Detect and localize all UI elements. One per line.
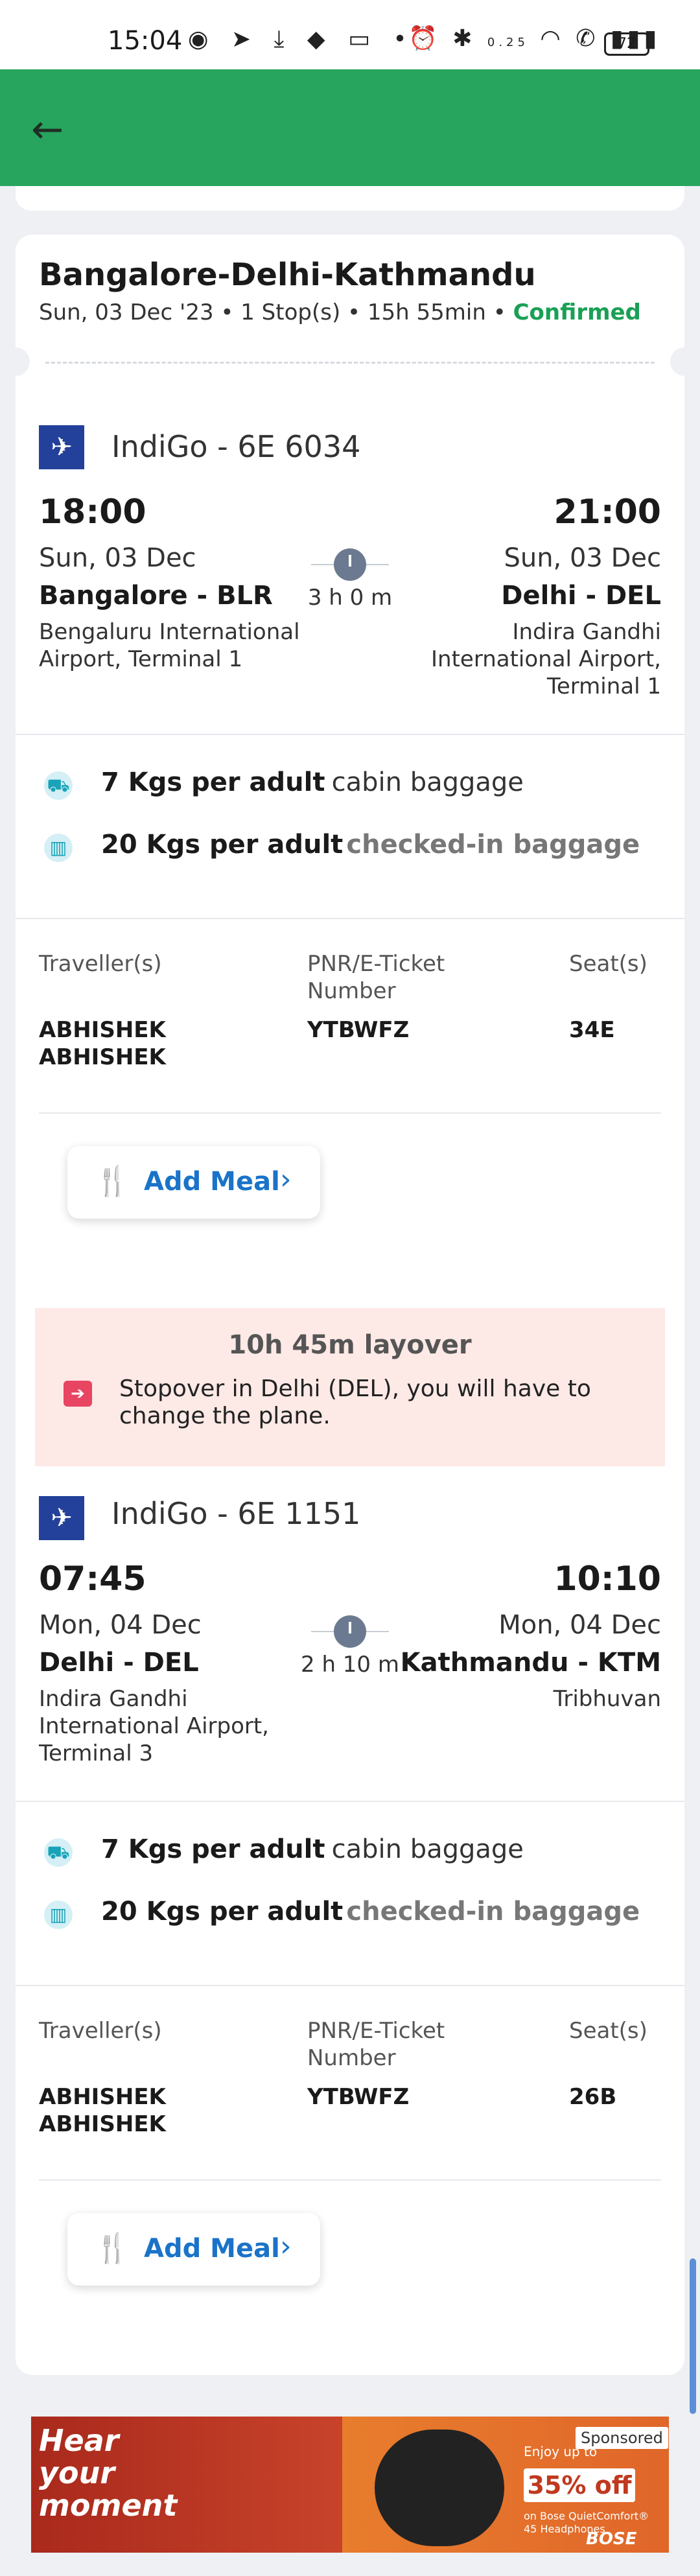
segment1-seat-header: Seat(s) bbox=[569, 951, 648, 977]
segment1-arr-time: 21:00 bbox=[554, 493, 661, 532]
segment2-checkin-weight: 20 Kgs per adult bbox=[101, 1897, 344, 1926]
headphones-image bbox=[375, 2430, 504, 2546]
divider bbox=[39, 2179, 661, 2181]
segment1-seat: 34E bbox=[569, 1017, 615, 1043]
cabin-bag-icon: ⛟ bbox=[44, 1838, 73, 1867]
ad-offer: 35% off bbox=[524, 2468, 635, 2502]
divider bbox=[16, 918, 684, 919]
back-arrow-icon[interactable]: ← bbox=[31, 107, 76, 152]
segment1-traveller-header: Traveller(s) bbox=[39, 951, 162, 977]
segment2-dep-date: Mon, 04 Dec bbox=[39, 1610, 202, 1640]
segment2-pnr: YTBWFZ bbox=[307, 2084, 410, 2110]
segment1-traveller-name: ABHISHEK ABHISHEK bbox=[39, 1017, 166, 1070]
scrollbar[interactable] bbox=[690, 2258, 696, 2414]
add-meal-label: Add Meal bbox=[144, 2234, 280, 2264]
divider bbox=[39, 1112, 661, 1114]
indigo-logo-icon: ✈ bbox=[39, 425, 84, 469]
segment1-dep-city: Bangalore - BLR bbox=[39, 581, 273, 611]
chevron-right-icon: › bbox=[280, 1163, 292, 1196]
battery-icon: 72 bbox=[604, 32, 649, 56]
checked-bag-icon: ▥ bbox=[44, 834, 73, 862]
divider bbox=[16, 734, 684, 735]
segment2-duration: 2 h 10 m bbox=[301, 1652, 399, 1678]
dashed-divider bbox=[45, 362, 655, 364]
segment1-checkin-weight: 20 Kgs per adult bbox=[101, 830, 344, 860]
clock-icon bbox=[334, 1615, 366, 1648]
segment2-dep-time: 07:45 bbox=[39, 1560, 146, 1598]
segment2-traveller-name: ABHISHEK ABHISHEK bbox=[39, 2084, 166, 2137]
segment1-pnr: YTBWFZ bbox=[307, 1017, 410, 1043]
booking-status: Confirmed bbox=[513, 299, 641, 325]
add-meal-button[interactable]: 🍴 Add Meal › bbox=[67, 1146, 320, 1219]
segment2-seat: 26B bbox=[569, 2084, 617, 2110]
cabin-bag-icon: ⛟ bbox=[44, 771, 73, 800]
ad-banner[interactable]: Hear your moment Sponsored Enjoy up to 3… bbox=[31, 2417, 669, 2553]
segment2-arr-city: Kathmandu - KTM bbox=[400, 1648, 661, 1678]
segment2-arr-date: Mon, 04 Dec bbox=[498, 1610, 661, 1640]
ticket-notch-left bbox=[1, 347, 30, 376]
notification-icons: ◉ ➤ ⤓ ◆ ▭ • bbox=[188, 26, 415, 53]
segment2-pnr-header: PNR/E-Ticket Number bbox=[307, 2018, 445, 2071]
segment1-arr-date: Sun, 03 Dec bbox=[504, 543, 661, 573]
fork-knife-icon: 🍴 bbox=[95, 1165, 130, 1198]
divider bbox=[16, 1985, 684, 1986]
segment1-dep-date: Sun, 03 Dec bbox=[39, 543, 196, 573]
segment1-cabin-baggage: 7 Kgs per adult cabin baggage bbox=[101, 767, 524, 797]
segment1-dep-airport: Bengaluru International Airport, Termina… bbox=[39, 619, 300, 672]
segment2-checkin-label: checked-in baggage bbox=[346, 1897, 640, 1926]
segment1-duration: 3 h 0 m bbox=[307, 585, 393, 611]
status-time: 15:04 bbox=[108, 26, 183, 56]
ticket-notch-right bbox=[670, 347, 699, 376]
clock-icon bbox=[334, 548, 366, 581]
segment1-airline: IndiGo - 6E 6034 bbox=[111, 429, 361, 464]
add-meal-label: Add Meal bbox=[144, 1167, 280, 1197]
segment2-dep-airport: Indira Gandhi International Airport, Ter… bbox=[39, 1686, 269, 1766]
segment2-checkin-baggage: 20 Kgs per adult checked-in baggage bbox=[101, 1897, 640, 1926]
segment2-seat-header: Seat(s) bbox=[569, 2018, 648, 2044]
app-bar: ← bbox=[0, 69, 700, 186]
trip-summary-text: Sun, 03 Dec '23 • 1 Stop(s) • 15h 55min … bbox=[39, 299, 513, 325]
segment1-checkin-baggage: 20 Kgs per adult checked-in baggage bbox=[101, 830, 640, 860]
segment1-arr-airport: Indira Gandhi International Airport, Ter… bbox=[431, 619, 661, 699]
segment1-arr-city: Delhi - DEL bbox=[501, 581, 661, 611]
segment2-dep-city: Delhi - DEL bbox=[39, 1648, 199, 1678]
segment1-cabin-weight: 7 Kgs per adult bbox=[101, 767, 325, 797]
segment2-cabin-baggage: 7 Kgs per adult cabin baggage bbox=[101, 1834, 524, 1864]
layover-message: Stopover in Delhi (DEL), you will have t… bbox=[119, 1376, 591, 1429]
previous-card-edge bbox=[16, 186, 684, 211]
segment2-cabin-label: cabin baggage bbox=[331, 1834, 524, 1864]
plane-change-icon: ➔ bbox=[64, 1381, 92, 1407]
add-meal-button[interactable]: 🍴 Add Meal › bbox=[67, 2213, 320, 2286]
checked-bag-icon: ▥ bbox=[44, 1901, 73, 1929]
net-speed: 0.25 bbox=[487, 36, 529, 49]
segment1-cabin-label: cabin baggage bbox=[331, 767, 524, 797]
trip-route: Bangalore-Delhi-Kathmandu bbox=[39, 257, 536, 293]
segment1-checkin-label: checked-in baggage bbox=[346, 830, 640, 860]
ad-image-right: Sponsored Enjoy up to 35% off on Bose Qu… bbox=[342, 2417, 669, 2553]
segment1-pnr-header: PNR/E-Ticket Number bbox=[307, 951, 445, 1004]
ad-enjoy: Enjoy up to bbox=[524, 2444, 598, 2459]
indigo-logo-icon: ✈ bbox=[39, 1496, 84, 1540]
segment2-arr-airport: Tribhuvan bbox=[553, 1686, 661, 1712]
layover-title: 10h 45m layover bbox=[228, 1330, 472, 1360]
segment2-airline: IndiGo - 6E 1151 bbox=[111, 1496, 361, 1531]
layover-banner: 10h 45m layover ➔ Stopover in Delhi (DEL… bbox=[35, 1308, 665, 1466]
ad-headline: Hear your moment bbox=[39, 2423, 178, 2523]
segment2-traveller-header: Traveller(s) bbox=[39, 2018, 162, 2044]
segment1-dep-time: 18:00 bbox=[39, 493, 146, 532]
ad-brand-logo: BOSE bbox=[586, 2529, 637, 2549]
fork-knife-icon: 🍴 bbox=[95, 2232, 130, 2265]
segment2-cabin-weight: 7 Kgs per adult bbox=[101, 1834, 325, 1864]
divider bbox=[16, 1801, 684, 1802]
trip-summary: Sun, 03 Dec '23 • 1 Stop(s) • 15h 55min … bbox=[39, 299, 641, 325]
chevron-right-icon: › bbox=[280, 2230, 292, 2263]
ad-image-left: Hear your moment bbox=[31, 2417, 342, 2553]
status-bar: 15:04 ◉ ➤ ⤓ ◆ ▭ • ⏰ ✱ 0.25 ◠ ✆ ▮▮▮ 72 bbox=[0, 0, 700, 69]
segment2-arr-time: 10:10 bbox=[554, 1560, 661, 1598]
